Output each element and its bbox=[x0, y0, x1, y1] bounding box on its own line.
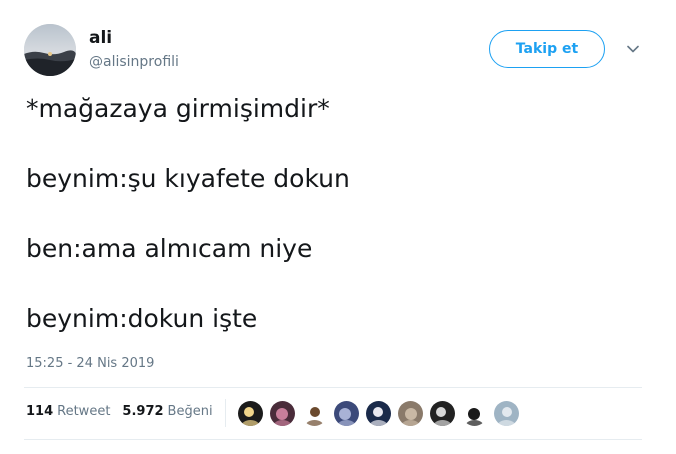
liker-avatar[interactable] bbox=[461, 400, 488, 427]
liker-avatar[interactable] bbox=[301, 400, 328, 427]
liker-avatar[interactable] bbox=[269, 400, 296, 427]
avatar-photo bbox=[24, 24, 76, 76]
retweet-count: 114 bbox=[26, 404, 54, 419]
tweet-stats: 114 Retweet 5.972 Beğeni bbox=[26, 403, 225, 421]
liker-avatar[interactable] bbox=[237, 400, 264, 427]
tweet-card: ali @alisinprofili Takip et *mağazaya gi… bbox=[0, 0, 676, 454]
like-label: Beğeni bbox=[167, 404, 213, 419]
divider bbox=[225, 399, 226, 427]
tweet-line: ben:ama almıcam niye bbox=[26, 234, 313, 263]
tweet-line: beynim:şu kıyafete dokun bbox=[26, 164, 350, 193]
tweet-line: beynim:dokun işte bbox=[26, 304, 258, 333]
liker-avatar[interactable] bbox=[397, 400, 424, 427]
tweet-text: *mağazaya girmişimdir* beynim:şu kıyafet… bbox=[26, 94, 646, 374]
tweet-timestamp[interactable]: 15:25 - 24 Nis 2019 bbox=[26, 355, 154, 373]
user-handle[interactable]: @alisinprofili bbox=[89, 53, 179, 71]
liker-avatars bbox=[237, 400, 525, 427]
like-count: 5.972 bbox=[122, 404, 164, 419]
avatar[interactable] bbox=[24, 24, 76, 76]
retweet-stat[interactable]: 114 Retweet bbox=[26, 403, 110, 421]
liker-avatar[interactable] bbox=[365, 400, 392, 427]
divider bbox=[24, 439, 642, 440]
display-name[interactable]: ali bbox=[89, 28, 112, 48]
retweet-label: Retweet bbox=[57, 404, 111, 419]
tweet-line: *mağazaya girmişimdir* bbox=[26, 94, 330, 123]
chevron-down-icon[interactable] bbox=[625, 41, 641, 57]
liker-avatar[interactable] bbox=[429, 400, 456, 427]
follow-button[interactable]: Takip et bbox=[489, 30, 605, 68]
like-stat[interactable]: 5.972 Beğeni bbox=[122, 403, 212, 421]
liker-avatar[interactable] bbox=[493, 400, 520, 427]
liker-avatar[interactable] bbox=[333, 400, 360, 427]
divider bbox=[24, 387, 642, 388]
